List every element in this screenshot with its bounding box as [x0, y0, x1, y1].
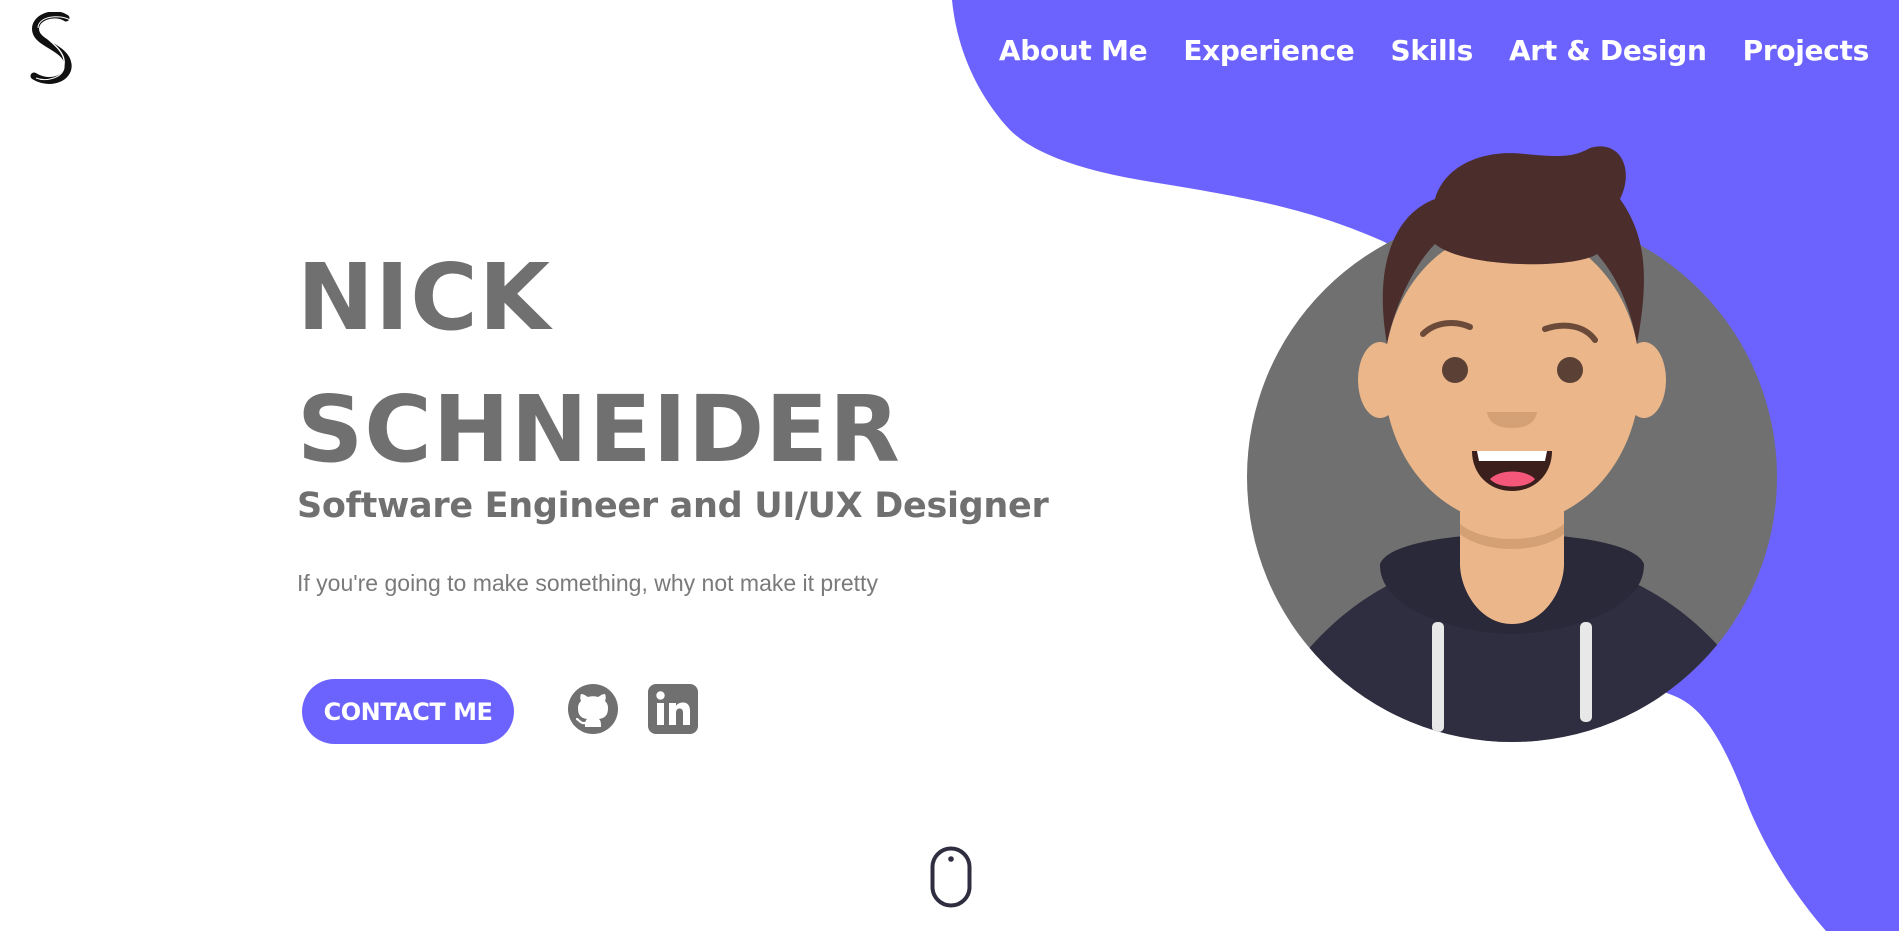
contact-me-button[interactable]: CONTACT ME	[302, 679, 514, 744]
mouse-scroll-icon[interactable]	[930, 846, 972, 908]
nav-art-design[interactable]: Art & Design	[1509, 34, 1707, 67]
avatar-illustration	[1247, 146, 1777, 742]
nav-projects[interactable]: Projects	[1743, 34, 1870, 67]
nav-experience[interactable]: Experience	[1183, 34, 1354, 67]
hero-name: NICK SCHNEIDER	[297, 232, 901, 496]
nav-about-me[interactable]: About Me	[999, 34, 1148, 67]
s-logo-icon[interactable]	[26, 12, 78, 90]
hero-tagline: If you're going to make something, why n…	[297, 570, 878, 596]
top-nav: About Me Experience Skills Art & Design …	[999, 34, 1869, 67]
hero-first-name: NICK	[297, 244, 552, 351]
nav-skills[interactable]: Skills	[1390, 34, 1473, 67]
linkedin-icon[interactable]	[647, 683, 699, 735]
hero-subtitle: Software Engineer and UI/UX Designer	[297, 486, 1049, 526]
github-icon[interactable]	[567, 683, 619, 735]
hero-last-name: SCHNEIDER	[297, 376, 901, 483]
